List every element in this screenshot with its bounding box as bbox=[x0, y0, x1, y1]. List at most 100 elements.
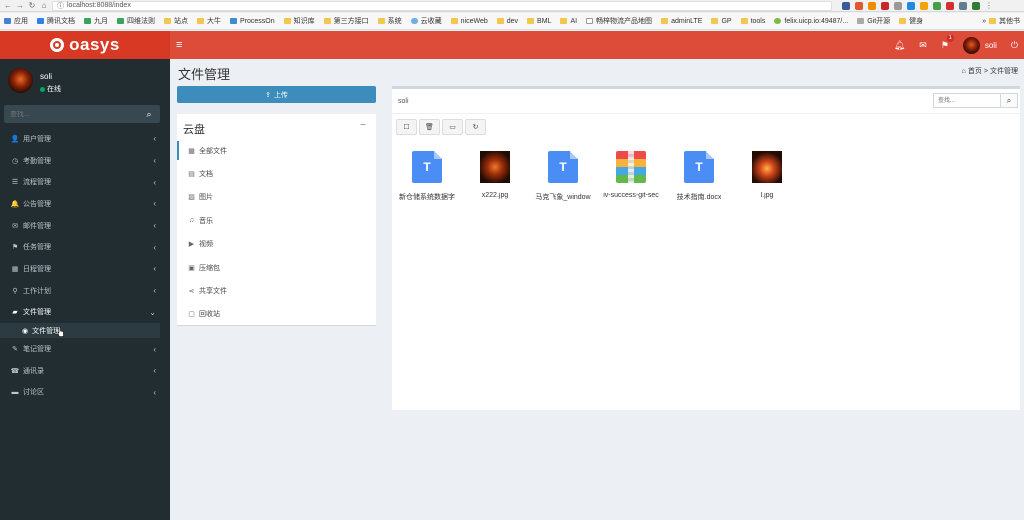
bell-icon[interactable]: 🔔︎ bbox=[894, 40, 905, 51]
refresh-icon[interactable]: ↻ bbox=[465, 119, 486, 135]
sidebar-search-input[interactable] bbox=[4, 110, 140, 118]
bookmark[interactable]: 系统 bbox=[377, 16, 402, 26]
bookmark-apps[interactable]: 应用 bbox=[4, 16, 28, 26]
bookmark[interactable]: felix.uicp.io:49487/... bbox=[774, 18, 848, 25]
folder-icon bbox=[527, 18, 535, 24]
bookmark[interactable]: 九月 bbox=[84, 16, 108, 26]
bookmark[interactable]: 健身 bbox=[899, 16, 923, 26]
extension-icon[interactable] bbox=[972, 1, 980, 10]
user-panel: soli 在线 bbox=[0, 59, 170, 101]
menu-dots-icon[interactable]: ⋮ bbox=[985, 1, 993, 11]
share-icon: ⋖ bbox=[188, 288, 195, 296]
bookmark[interactable]: tools bbox=[740, 18, 765, 25]
bookmark[interactable]: 云收藏 bbox=[410, 16, 442, 26]
chevron-left-icon: ‹ bbox=[153, 286, 156, 296]
extension-icon[interactable] bbox=[946, 1, 954, 10]
calendar-icon: ▦ bbox=[11, 265, 19, 273]
bookmark[interactable]: 第三方接口 bbox=[323, 16, 369, 26]
current-path[interactable]: soli bbox=[398, 98, 409, 105]
sidebar-item-notes[interactable]: ✎ 笔记管理 ‹ bbox=[0, 338, 170, 360]
new-folder-icon[interactable]: ▭ bbox=[442, 119, 463, 135]
flag-icon: ⚑ bbox=[11, 244, 19, 252]
sidebar-item-contacts[interactable]: ☎ 通讯录 ‹ bbox=[0, 360, 170, 382]
sidebar-subitem-file-manage[interactable]: ◉ 文件管理 bbox=[0, 323, 160, 339]
folder-item-images[interactable]: ▨ 图片 bbox=[177, 186, 376, 209]
bookmark[interactable]: Git开源 bbox=[857, 16, 890, 26]
sidebar-item-mail[interactable]: ✉ 邮件管理 ‹ bbox=[0, 215, 170, 237]
breadcrumb-home[interactable]: 首页 bbox=[968, 66, 982, 76]
bookmark[interactable]: 知识库 bbox=[283, 16, 315, 26]
sidebar-item-task[interactable]: ⚑ 任务管理 ‹ bbox=[0, 236, 170, 258]
search-icon[interactable]: ⌕ bbox=[1001, 93, 1018, 108]
sidebar-item-plan[interactable]: ⚲ 工作计划 ‹ bbox=[0, 280, 170, 302]
address-bar[interactable]: ⓘ localhost:8088/index bbox=[52, 0, 832, 11]
extension-icon[interactable] bbox=[920, 1, 928, 10]
folder-item-video[interactable]: ▶ 视频 bbox=[177, 233, 376, 256]
extension-icon[interactable] bbox=[959, 1, 967, 10]
folder-item-all[interactable]: ▦ 全部文件 bbox=[177, 139, 376, 162]
more-icon: » bbox=[982, 17, 986, 25]
bookmark[interactable]: niceWeb bbox=[450, 18, 488, 25]
bookmark[interactable]: 腾讯文档 bbox=[37, 16, 75, 26]
home-icon[interactable]: ⌂ bbox=[40, 1, 48, 11]
cloud-icon bbox=[410, 18, 418, 24]
file-name: 新仓储系统数据字 bbox=[399, 194, 455, 201]
extension-icon[interactable] bbox=[933, 1, 941, 10]
envelope-icon[interactable]: ✉ bbox=[919, 40, 927, 51]
bookmark[interactable]: GP bbox=[711, 18, 732, 25]
extension-icon[interactable] bbox=[855, 1, 863, 10]
search-icon[interactable]: ⌕ bbox=[140, 109, 158, 120]
folder-item-documents[interactable]: ▤ 文档 bbox=[177, 162, 376, 185]
folder-item-shared[interactable]: ⋖ 共享文件 bbox=[177, 279, 376, 302]
bookmark[interactable]: AI bbox=[560, 18, 577, 25]
file-search-input[interactable] bbox=[933, 93, 1001, 108]
bookmark[interactable]: ProcessOn bbox=[230, 18, 275, 25]
sidebar-item-attendance[interactable]: ◷ 考勤管理 ‹ bbox=[0, 150, 170, 172]
user-menu[interactable]: soli bbox=[962, 36, 997, 54]
extension-icon[interactable] bbox=[907, 1, 915, 10]
file-item[interactable]: iv-success-git-sec bbox=[596, 151, 666, 199]
processon-icon bbox=[230, 18, 237, 24]
bookmark[interactable]: adminLTE bbox=[661, 18, 702, 25]
bookmark[interactable]: 畅梓物流产品地图 bbox=[586, 16, 652, 26]
file-item[interactable]: x222.jpg bbox=[460, 151, 530, 199]
folder-item-archives[interactable]: ▣ 压缩包 bbox=[177, 256, 376, 279]
document-icon: T bbox=[548, 151, 578, 183]
sidebar-item-schedule[interactable]: ▦ 日程管理 ‹ bbox=[0, 258, 170, 280]
hand-cursor-icon bbox=[58, 327, 64, 337]
flag-icon[interactable]: ⚑ 1 bbox=[941, 33, 954, 51]
upload-button[interactable]: ⇪ 上传 bbox=[177, 86, 376, 103]
bookmark[interactable]: BML bbox=[527, 18, 551, 25]
sidebar-item-files[interactable]: ▰ 文件管理 ⌄ bbox=[0, 302, 170, 324]
sidebar-item-notice[interactable]: 🔔 公告管理 ‹ bbox=[0, 193, 170, 215]
back-icon[interactable]: ← bbox=[4, 1, 12, 11]
folder-item-trash[interactable]: ▢ 回收站 bbox=[177, 303, 376, 326]
file-item[interactable]: T 新仓储系统数据字 bbox=[392, 151, 462, 202]
sidebar-item-users[interactable]: 👤 用户管理 ‹ bbox=[0, 128, 170, 150]
bookmark[interactable]: 四维法则 bbox=[117, 16, 155, 26]
minus-icon[interactable]: − bbox=[360, 120, 366, 131]
file-item[interactable]: T 马克飞象_window bbox=[528, 151, 598, 202]
logo[interactable]: oasys bbox=[0, 31, 170, 59]
extension-icon[interactable] bbox=[868, 1, 876, 10]
sidebar-toggle-icon[interactable]: ≡ bbox=[176, 38, 182, 52]
bookmark[interactable]: 大牛 bbox=[197, 16, 221, 26]
trash-icon[interactable]: 🗑︎ bbox=[419, 119, 440, 135]
power-icon[interactable]: ⏻ bbox=[1011, 40, 1018, 51]
sidebar-item-process[interactable]: ☰ 流程管理 ‹ bbox=[0, 171, 170, 193]
file-item[interactable]: T 技术指南.docx bbox=[664, 151, 734, 202]
reload-icon[interactable]: ↻ bbox=[28, 1, 36, 11]
chevron-left-icon: ‹ bbox=[153, 264, 156, 274]
extension-icon[interactable] bbox=[881, 1, 889, 10]
other-bookmarks[interactable]: » 其他书 bbox=[982, 16, 1020, 26]
extension-icon[interactable] bbox=[894, 1, 902, 10]
grid-icon: ▦ bbox=[188, 147, 195, 155]
file-item[interactable]: l.jpg bbox=[732, 151, 802, 199]
select-all-icon[interactable]: ☐ bbox=[396, 119, 417, 135]
folder-item-music[interactable]: ♫ 音乐 bbox=[177, 209, 376, 232]
extension-icon[interactable] bbox=[842, 1, 850, 10]
sidebar-item-forum[interactable]: ▬ 讨论区 ‹ bbox=[0, 382, 170, 404]
bookmark[interactable]: 站点 bbox=[164, 16, 188, 26]
bookmark[interactable]: dev bbox=[496, 18, 518, 25]
forward-icon[interactable]: → bbox=[16, 1, 24, 11]
